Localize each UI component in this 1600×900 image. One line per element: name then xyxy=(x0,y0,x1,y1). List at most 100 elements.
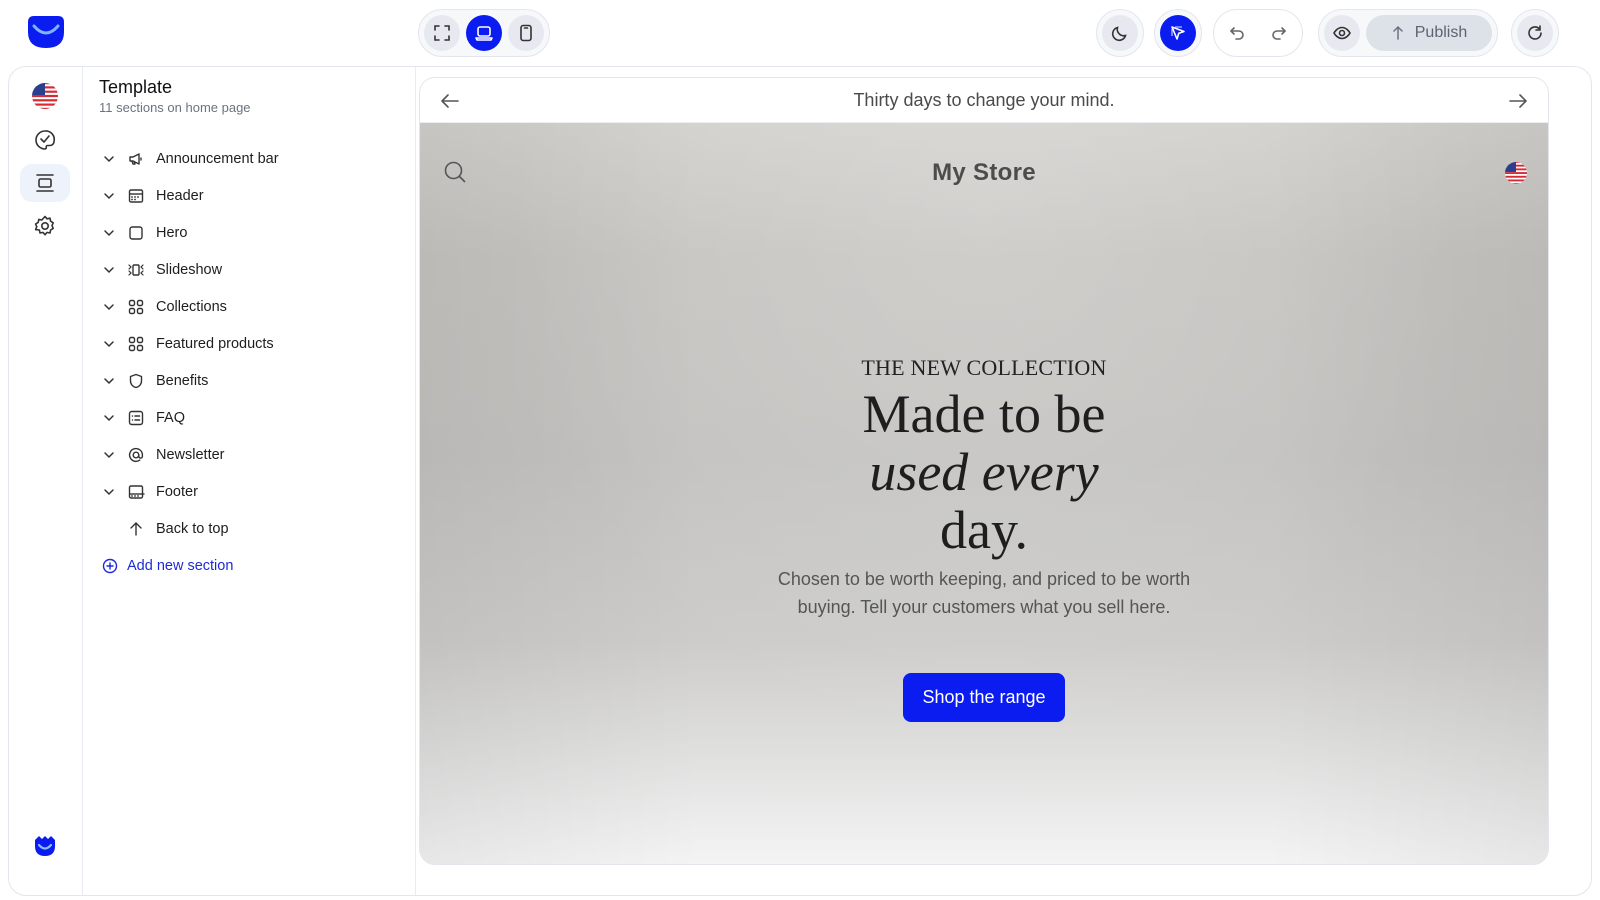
preview-button[interactable] xyxy=(1324,15,1360,51)
rail-sections-button[interactable] xyxy=(20,164,70,202)
hero-eyebrow: THE NEW COLLECTION xyxy=(861,355,1107,380)
hero-headline-line-3: day. xyxy=(940,500,1028,560)
laptop-view-button[interactable] xyxy=(466,15,502,51)
section-label: Collections xyxy=(156,298,227,315)
editor-frame: Template 11 sections on home page Announ… xyxy=(8,66,1592,896)
grid-icon xyxy=(125,296,147,318)
at-sign-icon xyxy=(125,444,147,466)
select-mode-button[interactable] xyxy=(1160,15,1196,51)
add-section-label: Add new section xyxy=(127,557,234,574)
section-label: Back to top xyxy=(156,520,229,537)
shop-the-range-button[interactable]: Shop the range xyxy=(903,673,1065,722)
chevron-down-icon[interactable] xyxy=(99,223,119,243)
section-item-newsletter[interactable]: Newsletter xyxy=(99,436,399,473)
arrow-right-icon[interactable] xyxy=(1506,89,1530,113)
palette-icon xyxy=(33,128,57,152)
select-mode-wrap xyxy=(1154,9,1202,57)
panel-subtitle: 11 sections on home page xyxy=(99,100,251,115)
announcement-bar: Thirty days to change your mind. xyxy=(420,78,1548,123)
section-item-faq[interactable]: FAQ xyxy=(99,399,399,436)
hero-description: Chosen to be worth keeping, and priced t… xyxy=(777,569,1191,617)
chevron-down-icon[interactable] xyxy=(99,297,119,317)
us-flag-icon[interactable] xyxy=(1504,161,1528,185)
laptop-icon xyxy=(474,23,494,43)
hero-headline: Made to be used every day. xyxy=(420,385,1548,559)
dark-mode-button[interactable] xyxy=(1102,15,1138,51)
section-label: Newsletter xyxy=(156,446,225,463)
store-preview: Thirty days to change your mind. My Stor… xyxy=(419,77,1549,865)
announcement-text: Thirty days to change your mind. xyxy=(853,89,1115,110)
theme-toggle-wrap xyxy=(1096,9,1144,57)
section-item-announcement-bar[interactable]: Announcement bar xyxy=(99,140,399,177)
rail-language-button[interactable] xyxy=(20,77,70,115)
chevron-down-icon[interactable] xyxy=(99,445,119,465)
section-item-benefits[interactable]: Benefits xyxy=(99,362,399,399)
grid-icon xyxy=(125,333,147,355)
section-item-collections[interactable]: Collections xyxy=(99,288,399,325)
mobile-icon xyxy=(516,23,536,43)
plus-circle-icon xyxy=(99,555,121,577)
refresh-icon xyxy=(1525,23,1545,43)
undo-button[interactable] xyxy=(1219,15,1255,51)
section-item-hero[interactable]: Hero xyxy=(99,214,399,251)
top-toolbar: Publish xyxy=(0,0,1600,64)
chevron-down-icon[interactable] xyxy=(99,186,119,206)
section-item-slideshow[interactable]: Slideshow xyxy=(99,251,399,288)
publish-label: Publish xyxy=(1414,24,1468,41)
app-mascot-icon xyxy=(32,833,58,859)
section-item-featured-products[interactable]: Featured products xyxy=(99,325,399,362)
mobile-view-button[interactable] xyxy=(508,15,544,51)
section-label: Footer xyxy=(156,483,198,500)
store-name[interactable]: My Store xyxy=(420,159,1548,187)
refresh-button[interactable] xyxy=(1517,15,1553,51)
slideshow-icon xyxy=(125,259,147,281)
moon-icon xyxy=(1110,23,1130,43)
section-item-back-to-top[interactable]: Back to top xyxy=(99,510,399,547)
rail-account-button[interactable] xyxy=(20,827,70,865)
add-section-button[interactable]: Add new section xyxy=(99,547,399,584)
header-layout-icon xyxy=(125,185,147,207)
rail-theme-button[interactable] xyxy=(20,121,70,159)
redo-button[interactable] xyxy=(1261,15,1297,51)
square-icon xyxy=(125,222,147,244)
panel-title: Template xyxy=(99,77,173,97)
icon-rail xyxy=(9,67,83,895)
hero-headline-line-2: used every xyxy=(869,442,1099,502)
chevron-down-icon[interactable] xyxy=(99,334,119,354)
chevron-down-icon[interactable] xyxy=(99,371,119,391)
app-logo[interactable] xyxy=(26,14,66,50)
megaphone-icon xyxy=(125,148,147,170)
upload-arrow-icon xyxy=(1391,25,1405,41)
history-group xyxy=(1213,9,1303,57)
hero-content: THE NEW COLLECTION Made to be used every… xyxy=(420,355,1548,722)
fullscreen-icon xyxy=(432,23,452,43)
chevron-down-icon[interactable] xyxy=(99,260,119,280)
gear-icon xyxy=(33,214,57,238)
faq-icon xyxy=(125,407,147,429)
undo-icon xyxy=(1227,23,1247,43)
section-label: Header xyxy=(156,187,204,204)
us-flag-icon xyxy=(31,82,59,110)
arrow-up-icon xyxy=(125,518,147,540)
chevron-down-icon[interactable] xyxy=(99,149,119,169)
hero-section: My Store THE NEW COLLECTION Made to be u… xyxy=(420,123,1548,864)
publish-button[interactable]: Publish xyxy=(1366,15,1492,51)
section-label: Announcement bar xyxy=(156,150,279,167)
hero-headline-line-1: Made to be xyxy=(862,384,1106,444)
chevron-down-icon[interactable] xyxy=(99,482,119,502)
eye-icon xyxy=(1332,23,1352,43)
arrow-left-icon[interactable] xyxy=(438,89,462,113)
sections-icon xyxy=(33,171,57,195)
footer-layout-icon xyxy=(125,481,147,503)
section-list: Announcement bar Header Hero Slideshow C… xyxy=(99,140,399,584)
section-label: Featured products xyxy=(156,335,274,352)
redo-icon xyxy=(1269,23,1289,43)
rail-settings-button[interactable] xyxy=(20,207,70,245)
fullscreen-button[interactable] xyxy=(424,15,460,51)
sections-panel: Template 11 sections on home page Announ… xyxy=(83,67,416,895)
chevron-down-icon[interactable] xyxy=(99,408,119,428)
section-item-footer[interactable]: Footer xyxy=(99,473,399,510)
cursor-select-icon xyxy=(1168,23,1188,43)
device-switcher xyxy=(418,9,550,57)
section-item-header[interactable]: Header xyxy=(99,177,399,214)
